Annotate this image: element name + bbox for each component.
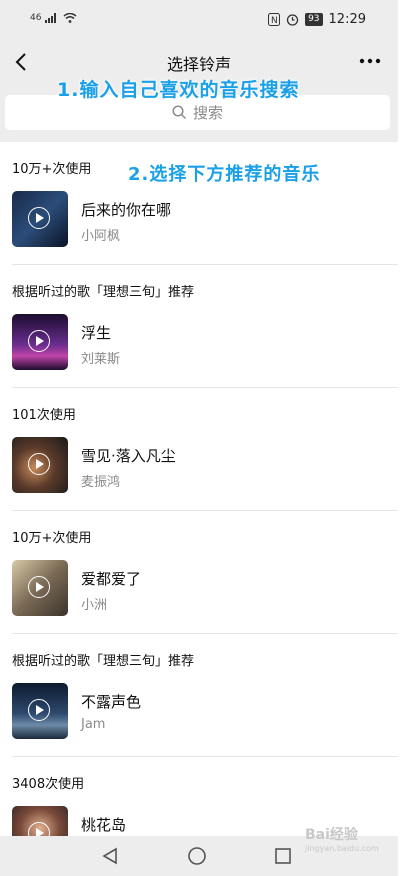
alarm-icon xyxy=(286,14,299,26)
section-header: 10万+次使用 xyxy=(12,531,92,546)
play-icon[interactable] xyxy=(28,207,50,229)
album-cover[interactable] xyxy=(12,683,68,739)
nav-home-icon[interactable] xyxy=(187,846,207,866)
search-placeholder: 搜索 xyxy=(192,104,223,122)
nfc-icon: N xyxy=(268,13,281,26)
status-left: 46 xyxy=(30,13,77,23)
annotation-step2: 2.选择下方推荐的音乐 xyxy=(128,164,321,185)
list-item[interactable]: 10万+次使用 爱都爱了 小洲 xyxy=(0,511,398,634)
song-title: 爱都爱了 xyxy=(81,570,142,588)
song-artist: 小阿枫 xyxy=(81,229,121,244)
page-title: 选择铃声 xyxy=(166,55,231,74)
section-header: 根据听过的歌「理想三旬」推荐 xyxy=(12,654,195,669)
section-header: 根据听过的歌「理想三旬」推荐 xyxy=(12,285,195,300)
album-cover[interactable] xyxy=(12,806,68,836)
status-bar: 46 N 93 12:29 xyxy=(0,0,398,40)
section-header: 101次使用 xyxy=(12,408,76,423)
svg-text:N: N xyxy=(271,16,278,26)
song-artist: 刘莱斯 xyxy=(81,352,121,367)
section-header: 3408次使用 xyxy=(12,777,85,792)
album-cover[interactable] xyxy=(12,560,68,616)
album-cover[interactable] xyxy=(12,437,68,493)
song-title: 浮生 xyxy=(81,324,112,342)
section-header: 10万+次使用 xyxy=(12,162,92,177)
play-icon[interactable] xyxy=(28,330,50,352)
song-artist: 小洲 xyxy=(81,598,108,613)
watermark-text: Bai经验 xyxy=(305,827,358,843)
baidu-watermark: Bai经验 jingyan.baidu.com xyxy=(305,824,379,853)
song-artist: Jam xyxy=(81,717,106,732)
play-icon[interactable] xyxy=(28,699,50,721)
signal-icon xyxy=(45,13,57,23)
song-title: 雪见·落入凡尘 xyxy=(81,447,176,465)
album-cover[interactable] xyxy=(12,191,68,247)
phone-screen: 46 N 93 12:29 选择铃声 搜索 1.输入自己喜欢的音乐搜索 10万+… xyxy=(0,0,398,876)
ringtone-list: 10万+次使用 后来的你在哪 小阿枫 根据听过的歌「理想三旬」推荐 浮生 刘莱斯… xyxy=(0,142,398,836)
list-item[interactable]: 根据听过的歌「理想三旬」推荐 不露声色 Jam xyxy=(0,634,398,757)
song-title: 不露声色 xyxy=(81,693,142,711)
annotation-step1: 1.输入自己喜欢的音乐搜索 xyxy=(57,79,300,101)
play-icon[interactable] xyxy=(28,576,50,598)
wifi-icon xyxy=(63,13,77,23)
nav-back-icon[interactable] xyxy=(100,846,120,866)
album-cover[interactable] xyxy=(12,314,68,370)
list-item[interactable]: 根据听过的歌「理想三旬」推荐 浮生 刘莱斯 xyxy=(0,265,398,388)
play-icon[interactable] xyxy=(28,822,50,836)
clock: 12:29 xyxy=(328,12,366,27)
watermark-url: jingyan.baidu.com xyxy=(305,844,379,853)
status-right: N 93 12:29 xyxy=(268,12,366,27)
nav-recents-icon[interactable] xyxy=(273,846,293,866)
more-options-icon[interactable] xyxy=(358,54,382,68)
song-title: 后来的你在哪 xyxy=(81,201,172,219)
song-title: 桃花岛 xyxy=(81,816,127,834)
song-artist: 麦振鸿 xyxy=(81,475,121,490)
search-icon xyxy=(172,105,187,120)
page-margin xyxy=(398,0,419,876)
battery-icon: 93 xyxy=(305,13,323,26)
list-item[interactable]: 101次使用 雪见·落入凡尘 麦振鸿 xyxy=(0,388,398,511)
play-icon[interactable] xyxy=(28,453,50,475)
signal-label: 46 xyxy=(30,13,42,23)
